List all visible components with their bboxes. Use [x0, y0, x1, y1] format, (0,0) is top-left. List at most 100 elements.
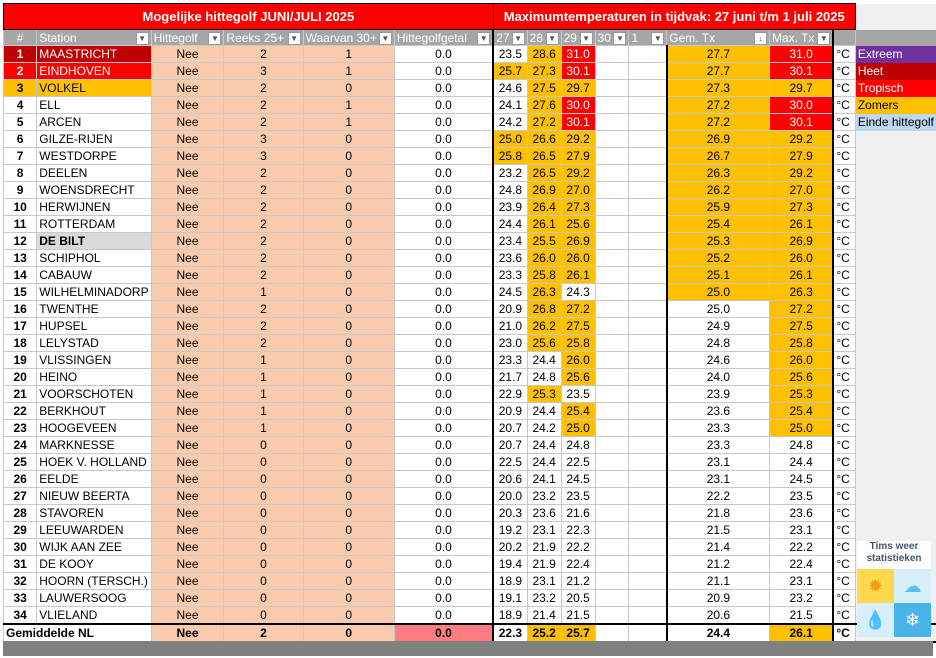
filter-dropdown-icon[interactable]: ▼ — [378, 31, 392, 45]
day-temp-cell: 23.2 — [526, 487, 562, 505]
station-name[interactable]: DE BILT — [36, 232, 152, 250]
station-name[interactable]: VLIELAND — [36, 606, 152, 625]
column-header-7[interactable]: 28 ▼ — [526, 29, 562, 46]
day-temp-cell-empty — [628, 62, 668, 80]
day-temp-cell-empty — [594, 623, 630, 643]
reeks-cell: 2 — [223, 96, 304, 114]
max-tx-cell: 26.0 — [768, 249, 835, 267]
station-name[interactable]: NIEUW BEERTA — [36, 487, 152, 505]
station-name[interactable]: GILZE-RIJEN — [36, 130, 152, 148]
filter-dropdown-icon[interactable]: ↓ — [753, 31, 767, 45]
station-name[interactable]: DE KOOY — [36, 555, 152, 573]
day-temp-cell: 24.2 — [526, 419, 562, 437]
table-row: 9 WOENSDRECHT Nee 2 0 0.0 24.8 26.9 27.0 26.2 27.0… — [2, 181, 936, 199]
filter-dropdown-icon[interactable]: ▼ — [511, 31, 525, 45]
day-temp-cell: 28.6 — [526, 45, 562, 63]
max-tx-cell: 24.4 — [768, 453, 835, 471]
station-name[interactable]: VOORSCHOTEN — [36, 385, 152, 403]
column-header-0[interactable]: # — [2, 29, 38, 46]
column-header-12[interactable]: Max. Tx ▼ — [768, 29, 835, 46]
hittegolf-cell: Nee — [150, 164, 225, 182]
day-temp-cell-empty — [594, 215, 630, 233]
column-header-2[interactable]: Hittegolf ▼ — [150, 29, 225, 46]
row-number: 8 — [2, 164, 38, 182]
hittegolf-cell: Nee — [150, 470, 225, 488]
day-temp-cell: 23.1 — [526, 572, 562, 590]
station-name[interactable]: VOLKEL — [36, 79, 152, 97]
station-name[interactable]: WESTDORPE — [36, 147, 152, 165]
unit-label: °C — [832, 436, 856, 454]
station-name[interactable]: EELDE — [36, 470, 152, 488]
station-name[interactable]: HOEK V. HOLLAND — [36, 453, 152, 471]
column-header-8[interactable]: 29 ▼ — [560, 29, 596, 46]
day-temp-cell: 26.0 — [526, 249, 562, 267]
column-header-11[interactable]: Gem. Tx ↓ — [666, 29, 770, 46]
station-name[interactable]: TWENTHE — [36, 300, 152, 318]
column-header-1[interactable]: Station ▼ — [36, 29, 152, 46]
column-header-3[interactable]: Reeks 25+ ▼ — [223, 29, 304, 46]
day-temp-cell-empty — [594, 164, 630, 182]
max-tx-cell: 25.0 — [768, 419, 835, 437]
day-temp-cell: 22.2 — [560, 538, 596, 556]
station-name[interactable]: HERWIJNEN — [36, 198, 152, 216]
station-name[interactable]: WILHELMINADORP — [36, 283, 152, 301]
day-temp-cell: 19.1 — [492, 589, 528, 607]
station-name[interactable]: VLISSINGEN — [36, 351, 152, 369]
column-header-9[interactable]: 30 ▼ — [594, 29, 630, 46]
column-header-5[interactable]: Hittegolfgetal ▼ — [393, 29, 494, 46]
station-name[interactable]: BERKHOUT — [36, 402, 152, 420]
station-name[interactable]: HEINO — [36, 368, 152, 386]
station-name[interactable]: ROTTERDAM — [36, 215, 152, 233]
station-name[interactable]: ARCEN — [36, 113, 152, 131]
table-row: 6 GILZE-RIJEN Nee 3 0 0.0 25.0 26.6 29.2 26.9 29.2… — [2, 130, 936, 148]
reeks-cell: 0 — [223, 453, 304, 471]
station-name[interactable]: LEEUWARDEN — [36, 521, 152, 539]
filter-dropdown-icon[interactable]: ▼ — [651, 31, 665, 45]
day-temp-cell-empty — [628, 317, 668, 335]
day-temp-cell: 24.4 — [526, 453, 562, 471]
station-name[interactable]: HOOGEVEEN — [36, 419, 152, 437]
filter-dropdown-icon[interactable]: ▼ — [208, 31, 222, 45]
station-name[interactable]: MAASTRICHT — [36, 45, 152, 63]
station-name[interactable]: DEELEN — [36, 164, 152, 182]
station-name[interactable]: SCHIPHOL — [36, 249, 152, 267]
unit-label: °C — [832, 572, 856, 590]
hittegolfgetal-cell: 0.0 — [393, 402, 494, 420]
station-name[interactable]: LAUWERSOOG — [36, 589, 152, 607]
filter-dropdown-icon[interactable]: ▼ — [613, 31, 627, 45]
day-temp-cell: 23.6 — [492, 249, 528, 267]
station-name[interactable]: CABAUW — [36, 266, 152, 284]
day-temp-cell: 20.3 — [492, 504, 528, 522]
gem-tx-cell: 25.4 — [665, 215, 770, 233]
station-name[interactable]: MARKNESSE — [36, 436, 152, 454]
day-temp-cell: 22.4 — [560, 555, 596, 573]
station-name[interactable]: EINDHOVEN — [36, 62, 152, 80]
station-name[interactable]: HOORN (TERSCH.) — [36, 572, 152, 590]
hittegolfgetal-cell: 0.0 — [393, 487, 494, 505]
table-row: 15 WILHELMINADORP Nee 1 0 0.0 24.5 26.3 24.3 25.0… — [2, 283, 936, 301]
filter-dropdown-icon[interactable]: ▼ — [135, 31, 149, 45]
column-header-6[interactable]: 27 ▼ — [492, 29, 528, 46]
station-name[interactable]: STAVOREN — [36, 504, 152, 522]
filter-dropdown-icon[interactable]: ▼ — [545, 31, 559, 45]
day-temp-cell: 30.1 — [560, 62, 596, 80]
hittegolf-cell: Nee — [150, 368, 225, 386]
station-name[interactable]: HUPSEL — [36, 317, 152, 335]
station-name[interactable]: WIJK AAN ZEE — [36, 538, 152, 556]
max-tx-cell: 21.5 — [768, 606, 835, 625]
filter-dropdown-icon[interactable]: ▼ — [477, 31, 491, 45]
day-temp-cell: 25.6 — [526, 334, 562, 352]
column-header-10[interactable]: 1 ▼ — [628, 29, 668, 46]
filter-dropdown-icon[interactable]: ▼ — [817, 31, 831, 45]
station-name[interactable]: ELL — [36, 96, 152, 114]
day-temp-cell: 20.0 — [492, 487, 528, 505]
station-name[interactable]: LELYSTAD — [36, 334, 152, 352]
column-header-4[interactable]: Waarvan 30+ ▼ — [302, 29, 395, 46]
filter-dropdown-icon[interactable]: ▼ — [579, 31, 593, 45]
day-temp-cell: 26.5 — [526, 164, 562, 182]
filter-dropdown-icon[interactable]: ▼ — [287, 31, 301, 45]
day-temp-cell: 25.0 — [560, 419, 596, 437]
station-name[interactable]: WOENSDRECHT — [36, 181, 152, 199]
max-tx-cell: 26.3 — [768, 283, 835, 301]
day-temp-cell: 23.2 — [492, 164, 528, 182]
